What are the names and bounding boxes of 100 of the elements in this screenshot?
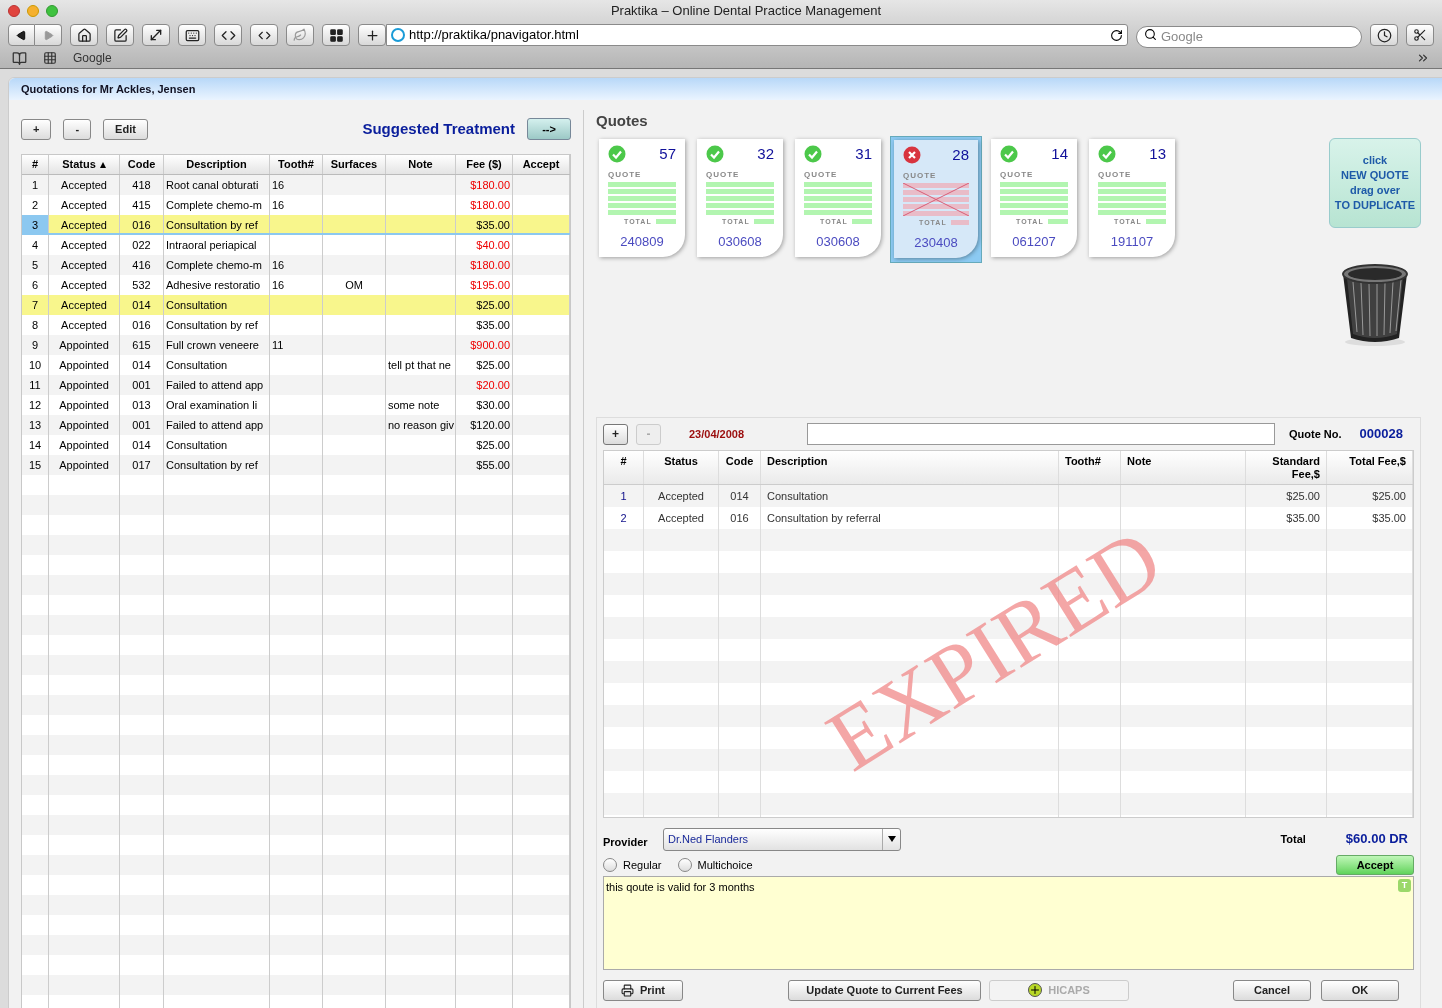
scissors-icon[interactable] [1406, 24, 1434, 46]
quote-label: QUOTE [1098, 169, 1133, 180]
resize-icon[interactable] [142, 24, 170, 46]
quote-title-field[interactable] [807, 423, 1275, 445]
bookmarks-icon[interactable] [12, 50, 27, 66]
quote-number: 32 [757, 144, 774, 164]
add-bookmark-icon[interactable] [358, 24, 386, 46]
column-header[interactable]: Description [761, 451, 1059, 484]
more-icon[interactable] [1416, 51, 1430, 65]
quote-number: 14 [1051, 144, 1068, 164]
column-header[interactable]: Total Fee,$ [1327, 451, 1413, 484]
quote-number: 000028 [1359, 425, 1403, 444]
grid-icon[interactable] [322, 24, 350, 46]
column-header[interactable]: Code [719, 451, 761, 484]
back-icon[interactable] [8, 24, 35, 46]
check-icon [1000, 145, 1018, 164]
accept-button[interactable]: Accept [1336, 855, 1414, 875]
quote-date: 061207 [1011, 232, 1057, 251]
notes-field[interactable]: this qoute is valid for 3 months T [603, 876, 1414, 970]
radio-button[interactable] [677, 858, 692, 872]
table-cell: 016 [120, 215, 164, 233]
quote-lines-drawing [706, 181, 774, 215]
notes-text: this qoute is valid for 3 months [606, 881, 755, 893]
provider-label: Provider [603, 834, 649, 850]
search-icon [1144, 28, 1157, 41]
home-icon[interactable] [70, 24, 98, 46]
column-header[interactable]: Status [644, 451, 719, 484]
table-cell: Accepted [49, 215, 120, 233]
quote-label: QUOTE [903, 170, 938, 181]
remove-button[interactable]: - [63, 118, 92, 140]
section-title: Quotes [596, 111, 649, 131]
section-title: Suggested Treatment [362, 118, 515, 139]
quote-date: 030608 [717, 232, 763, 251]
quote-lines-drawing [804, 181, 872, 215]
grid-icon[interactable] [43, 51, 57, 65]
check-icon [1098, 145, 1116, 164]
plus-icon [1028, 983, 1043, 997]
column-header[interactable]: # [22, 155, 49, 174]
quote-number: 31 [855, 144, 872, 164]
column-header[interactable]: Description [164, 155, 270, 174]
radio-label: Multichoice [697, 857, 753, 873]
address-field[interactable]: http://praktika/pnavigator.html [386, 24, 1128, 46]
provider-dropdown[interactable]: Dr.Ned Flanders [663, 827, 901, 851]
quote-lines-drawing [1098, 181, 1166, 215]
reload-icon[interactable] [1110, 28, 1123, 42]
clock-icon[interactable] [1370, 24, 1398, 46]
zoom-icon[interactable] [46, 5, 58, 17]
quote-label: QUOTE [804, 169, 839, 180]
quote-label: QUOTE [706, 169, 741, 180]
crossed-lines-drawing [903, 182, 969, 216]
move-button[interactable]: --> [527, 118, 571, 140]
code-icon[interactable] [250, 24, 278, 46]
new-quote-button[interactable]: click NEW QUOTE drag over TO DUPLICATE [1329, 138, 1421, 228]
column-header[interactable]: Status [49, 155, 120, 174]
check-icon [608, 145, 626, 164]
quote-lines-drawing [608, 181, 676, 215]
column-header[interactable]: Note [1121, 451, 1246, 484]
column-header[interactable]: Note [386, 155, 456, 174]
bookmark-link[interactable]: Google [73, 49, 112, 67]
page-icon [391, 28, 405, 42]
action-button[interactable]: Update Quote to Current Fees [788, 979, 981, 1001]
total-amount: $60.00 DR [1345, 830, 1408, 849]
column-header[interactable]: # [604, 451, 644, 484]
add-button[interactable]: + [603, 423, 628, 445]
code-icon[interactable] [214, 24, 242, 46]
total-line-drawing [851, 219, 872, 224]
print-button[interactable]: Print [603, 979, 683, 1001]
table-cell: $35.00 [456, 215, 513, 233]
quote-label: QUOTE [608, 169, 643, 180]
action-button[interactable]: OK [1321, 979, 1399, 1001]
caret-icon [887, 836, 896, 842]
total-line-drawing [950, 220, 969, 225]
close-icon[interactable] [8, 5, 20, 17]
column-header[interactable]: Standard Fee,$ [1246, 451, 1327, 484]
column-header[interactable]: Code [120, 155, 164, 174]
column-header[interactable]: Tooth# [270, 155, 323, 174]
quote-date: 23/04/2008 [689, 426, 746, 442]
column-header[interactable]: Tooth# [1059, 451, 1121, 484]
edit-button[interactable]: Edit [103, 118, 148, 140]
total-line-drawing [655, 219, 676, 224]
total-line-drawing [1047, 219, 1068, 224]
page-title: Quotations for Mr Ackles, Jensen [21, 81, 196, 97]
trash-icon[interactable] [1339, 262, 1411, 346]
radio-button[interactable] [603, 858, 617, 872]
add-button[interactable]: + [21, 118, 52, 140]
table-cell: 3 [22, 215, 49, 233]
total-line-drawing [1145, 219, 1166, 224]
leaf-icon[interactable] [286, 24, 314, 46]
keyboard-icon[interactable] [178, 24, 206, 46]
search-field[interactable]: Google [1136, 25, 1362, 48]
quote-number: 57 [659, 144, 676, 164]
url-text: http://praktika/pnavigator.html [409, 26, 580, 45]
column-header[interactable]: Accept [513, 155, 570, 174]
column-header[interactable]: Fee ($) [456, 155, 513, 174]
column-header[interactable]: Surfaces [323, 155, 386, 174]
edit-icon[interactable] [106, 24, 134, 46]
quote-label: QUOTE [1000, 169, 1035, 180]
action-button[interactable]: Cancel [1233, 979, 1311, 1001]
quote-date: 191107 [1109, 232, 1155, 251]
quote-date: 230408 [913, 233, 959, 252]
